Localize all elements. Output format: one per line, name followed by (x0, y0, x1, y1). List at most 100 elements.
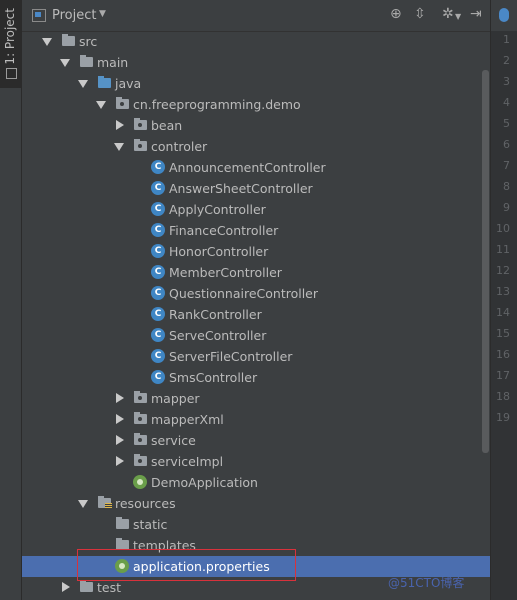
tree-row-class[interactable]: C ServeController (22, 325, 490, 346)
tree-row-package[interactable]: cn.freeprogramming.demo (22, 94, 490, 115)
package-icon (134, 391, 147, 403)
folder-icon (116, 517, 129, 529)
expand-arrow-icon[interactable] (78, 80, 88, 88)
tree-row-demo-application[interactable]: DemoApplication (22, 472, 490, 493)
tree-row-mapperxml[interactable]: mapperXml (22, 409, 490, 430)
collapse-arrow-icon[interactable] (116, 456, 124, 466)
tree-row-class[interactable]: C RankController (22, 304, 490, 325)
tree-label: FinanceController (169, 223, 279, 238)
tree-label: QuestionnaireController (169, 286, 319, 301)
line-number: 2 (503, 54, 510, 67)
tree-row-serviceimpl[interactable]: serviceImpl (22, 451, 490, 472)
tree-row-class[interactable]: C MemberController (22, 262, 490, 283)
line-number: 4 (503, 96, 510, 109)
tree-row-class[interactable]: C HonorController (22, 241, 490, 262)
source-folder-icon (98, 76, 111, 88)
tree-row-class[interactable]: C SmsController (22, 367, 490, 388)
tree-label: test (97, 580, 122, 595)
tool-window-icon (6, 68, 17, 79)
gear-icon[interactable]: ✲ (442, 7, 454, 21)
collapse-arrow-icon[interactable] (62, 582, 70, 592)
expand-arrow-icon[interactable] (78, 500, 88, 508)
tree-label: RankController (169, 307, 262, 322)
hide-panel-icon[interactable]: ⇥ (470, 7, 482, 21)
package-icon (134, 412, 147, 424)
expand-arrow-icon[interactable] (114, 143, 124, 151)
project-view-selector[interactable]: Project (52, 8, 96, 23)
line-number: 12 (496, 264, 510, 277)
expand-arrow-icon[interactable] (96, 101, 106, 109)
tree-row-bean[interactable]: bean (22, 115, 490, 136)
annotation-highlight-box (77, 549, 296, 581)
collapse-arrow-icon[interactable] (116, 414, 124, 424)
tree-label: mapperXml (151, 412, 224, 427)
line-number: 13 (496, 285, 510, 298)
tree-label: src (79, 34, 98, 49)
tree-label: HonorController (169, 244, 269, 259)
package-icon (134, 139, 147, 151)
tree-label: DemoApplication (151, 475, 258, 490)
tree-label: mapper (151, 391, 200, 406)
tree-label: ServeController (169, 328, 267, 343)
package-icon (134, 118, 147, 130)
expand-arrow-icon[interactable] (42, 38, 52, 46)
tree-label: static (133, 517, 168, 532)
collapse-all-icon[interactable]: ⇳ (414, 7, 426, 21)
tree-row-mapper[interactable]: mapper (22, 388, 490, 409)
watermark: @51CTO博客 (388, 576, 465, 590)
tree-row-controler[interactable]: controler (22, 136, 490, 157)
project-panel-header: Project ▼ ⊕ ⇳ ✲ ▼ ⇥ (22, 0, 490, 32)
tree-row-class[interactable]: C FinanceController (22, 220, 490, 241)
spring-boot-class-icon (133, 475, 147, 489)
line-number: 9 (503, 201, 510, 214)
collapse-arrow-icon[interactable] (116, 393, 124, 403)
tree-row-java[interactable]: java (22, 73, 490, 94)
project-tool-label: 1: Project (3, 8, 17, 65)
locate-target-icon[interactable]: ⊕ (390, 7, 402, 21)
tree-row-src[interactable]: src (22, 31, 490, 52)
tree-row-main[interactable]: main (22, 52, 490, 73)
gear-dropdown-icon[interactable]: ▼ (455, 10, 461, 24)
tree-row-class[interactable]: C AnnouncementController (22, 157, 490, 178)
expand-arrow-icon[interactable] (60, 59, 70, 67)
tree-label: controler (151, 139, 208, 154)
line-number: 8 (503, 180, 510, 193)
java-class-icon: C (151, 286, 165, 300)
collapse-arrow-icon[interactable] (116, 120, 124, 130)
java-class-icon: C (151, 160, 165, 174)
java-class-icon: C (151, 202, 165, 216)
tree-label: ApplyController (169, 202, 266, 217)
package-icon (134, 454, 147, 466)
editor-gutter: 1 2 3 4 5 6 7 8 9 10 11 12 13 14 15 16 17 18 19 (490, 0, 517, 600)
tree-row-class[interactable]: C ServerFileController (22, 346, 490, 367)
tree-row-class[interactable]: C QuestionnaireController (22, 283, 490, 304)
editor-file-tab-icon[interactable] (499, 8, 509, 22)
tree-row-static[interactable]: static (22, 514, 490, 535)
chevron-down-icon[interactable]: ▼ (99, 9, 106, 19)
tree-row-class[interactable]: C ApplyController (22, 199, 490, 220)
line-number: 5 (503, 117, 510, 130)
tool-window-strip: 1: Project (0, 0, 22, 600)
tree-label: serviceImpl (151, 454, 224, 469)
tree-label: service (151, 433, 196, 448)
java-class-icon: C (151, 307, 165, 321)
project-view-icon (32, 9, 46, 22)
tree-row-resources[interactable]: resources (22, 493, 490, 514)
tree-row-service[interactable]: service (22, 430, 490, 451)
line-number: 16 (496, 348, 510, 361)
line-number: 17 (496, 369, 510, 382)
java-class-icon: C (151, 349, 165, 363)
line-number: 1 (503, 33, 510, 46)
java-class-icon: C (151, 265, 165, 279)
tree-label: SmsController (169, 370, 258, 385)
package-icon (116, 97, 129, 109)
line-number: 6 (503, 138, 510, 151)
folder-icon (80, 55, 93, 67)
line-number: 3 (503, 75, 510, 88)
tree-row-class[interactable]: C AnswerSheetController (22, 178, 490, 199)
project-tool-tab[interactable]: 1: Project (0, 0, 21, 88)
tree-label: java (115, 76, 142, 91)
java-class-icon: C (151, 370, 165, 384)
collapse-arrow-icon[interactable] (116, 435, 124, 445)
folder-icon (80, 580, 93, 592)
